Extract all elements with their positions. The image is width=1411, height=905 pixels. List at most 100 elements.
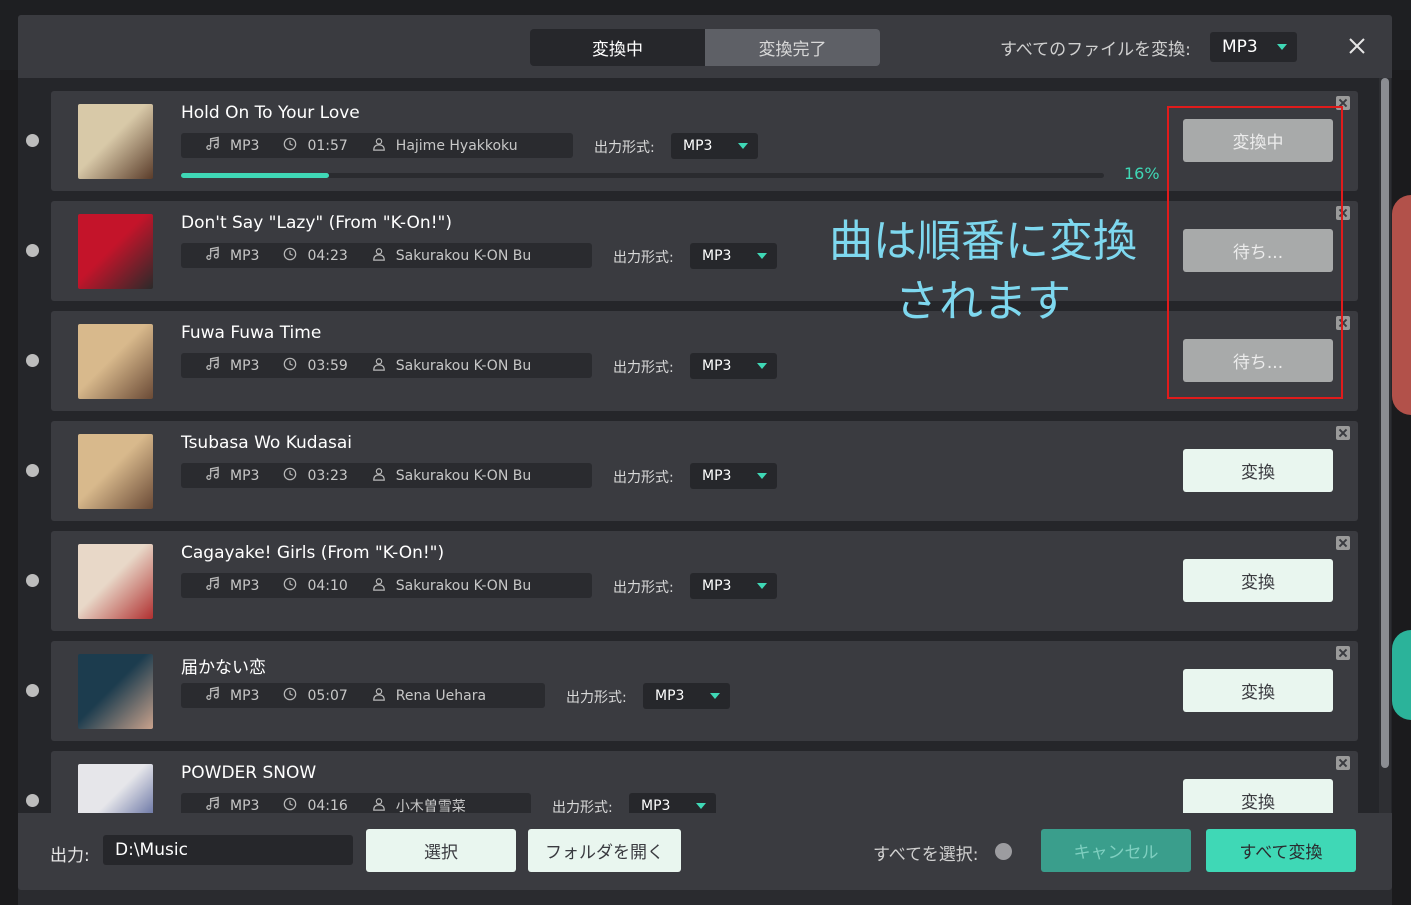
open-folder-button[interactable]: フォルダを開く bbox=[528, 829, 681, 872]
track-meta: MP3 03:59 Sakurakou K-ON Bu bbox=[181, 353, 592, 378]
converter-window: 変換中 変換完了 すべてのファイルを変換: MP3 Hold On To You… bbox=[18, 15, 1392, 890]
track-select-radio[interactable] bbox=[26, 464, 39, 477]
track-row[interactable]: Hold On To Your Love MP3 01:57 Hajime Hyakk… bbox=[26, 91, 1358, 191]
background-decoration bbox=[1392, 630, 1411, 720]
track-row[interactable]: Fuwa Fuwa Time MP3 03:59 Sakurakou K-ON Bu 出… bbox=[26, 311, 1358, 411]
annotation-line: されます bbox=[895, 276, 1071, 327]
clock-icon bbox=[283, 137, 307, 155]
track-select-radio[interactable] bbox=[26, 684, 39, 697]
output-format-select[interactable]: MP3 bbox=[671, 133, 758, 159]
track-meta: MP3 03:23 Sakurakou K-ON Bu bbox=[181, 463, 592, 488]
album-art bbox=[78, 324, 153, 399]
track-title: Fuwa Fuwa Time bbox=[181, 323, 322, 343]
track-title: Cagayake! Girls (From "K-On!") bbox=[181, 543, 445, 563]
album-art bbox=[78, 764, 153, 813]
remove-track-icon[interactable] bbox=[1336, 426, 1350, 440]
track-select-radio[interactable] bbox=[26, 794, 39, 807]
remove-track-icon[interactable] bbox=[1336, 536, 1350, 550]
output-format-label: 出力形式: bbox=[552, 800, 613, 813]
progress-bar bbox=[181, 173, 1104, 178]
annotation-line: 曲は順番に変換 bbox=[829, 216, 1137, 267]
close-icon[interactable] bbox=[1346, 35, 1368, 57]
track-artist: Sakurakou K-ON Bu bbox=[372, 467, 531, 485]
top-bar: 変換中 変換完了 すべてのファイルを変換: MP3 bbox=[18, 15, 1392, 78]
annotation-text: 曲は順番に変換 されます bbox=[808, 212, 1158, 332]
global-format-select[interactable]: MP3 bbox=[1210, 32, 1297, 62]
track-convert-button[interactable]: 変換 bbox=[1183, 449, 1333, 492]
person-icon bbox=[372, 247, 396, 265]
track-select-radio[interactable] bbox=[26, 134, 39, 147]
track-select-radio[interactable] bbox=[26, 244, 39, 257]
track-row[interactable]: Cagayake! Girls (From "K-On!") MP3 04:10 Sa… bbox=[26, 531, 1358, 631]
album-art bbox=[78, 104, 153, 179]
scrollbar-thumb[interactable] bbox=[1381, 78, 1389, 768]
output-format-value: MP3 bbox=[655, 688, 685, 704]
chevron-down-icon bbox=[738, 143, 748, 149]
status-tabs: 変換中 変換完了 bbox=[530, 29, 880, 66]
album-art bbox=[78, 544, 153, 619]
track-meta: MP3 04:23 Sakurakou K-ON Bu bbox=[181, 243, 592, 268]
clock-icon bbox=[283, 247, 307, 265]
track-row[interactable]: Tsubasa Wo Kudasai MP3 03:23 Sakurakou K-ON… bbox=[26, 421, 1358, 521]
track-convert-button[interactable]: 変換 bbox=[1183, 559, 1333, 602]
track-title: POWDER SNOW bbox=[181, 763, 317, 783]
music-note-icon bbox=[205, 466, 230, 485]
background-left bbox=[0, 70, 18, 905]
output-path-field[interactable]: D:\Music bbox=[103, 835, 353, 865]
track-convert-button[interactable]: 変換 bbox=[1183, 669, 1333, 712]
track-row[interactable]: POWDER SNOW MP3 04:16 小木曽雪菜 出力形式: MP3 変換 bbox=[26, 751, 1358, 814]
chevron-down-icon bbox=[757, 363, 767, 369]
track-artist: Sakurakou K-ON Bu bbox=[372, 577, 531, 595]
track-select-radio[interactable] bbox=[26, 354, 39, 367]
chevron-down-icon bbox=[757, 473, 767, 479]
track-duration: 04:23 bbox=[283, 247, 348, 265]
convert-all-files-label: すべてのファイルを変換: bbox=[1000, 40, 1191, 60]
album-art bbox=[78, 654, 153, 729]
track-row[interactable]: Don't Say "Lazy" (From "K-On!") MP3 04:23 S… bbox=[26, 201, 1358, 301]
clock-icon bbox=[283, 797, 307, 814]
track-duration: 03:59 bbox=[283, 357, 348, 375]
album-art bbox=[78, 434, 153, 509]
output-format-select[interactable]: MP3 bbox=[690, 243, 777, 269]
output-format-value: MP3 bbox=[702, 468, 732, 484]
track-artist: Sakurakou K-ON Bu bbox=[372, 247, 531, 265]
tab-completed[interactable]: 変換完了 bbox=[705, 29, 880, 66]
music-note-icon bbox=[205, 246, 230, 265]
track-format: MP3 bbox=[205, 796, 259, 813]
output-format-select[interactable]: MP3 bbox=[643, 683, 730, 709]
track-artist: Sakurakou K-ON Bu bbox=[372, 357, 531, 375]
remove-track-icon[interactable] bbox=[1336, 756, 1350, 770]
select-folder-button[interactable]: 選択 bbox=[366, 829, 516, 872]
output-format-select[interactable]: MP3 bbox=[690, 353, 777, 379]
track-format: MP3 bbox=[205, 246, 259, 265]
select-all-radio[interactable] bbox=[995, 843, 1012, 860]
track-duration: 03:23 bbox=[283, 467, 348, 485]
person-icon bbox=[372, 687, 396, 705]
output-format-select[interactable]: MP3 bbox=[629, 793, 716, 813]
track-convert-button[interactable]: 変換 bbox=[1183, 779, 1333, 813]
output-format-value: MP3 bbox=[683, 138, 713, 154]
person-icon bbox=[372, 797, 396, 814]
album-art bbox=[78, 214, 153, 289]
track-row[interactable]: 届かない恋 MP3 05:07 Rena Uehara 出力形式: MP3 変換 bbox=[26, 641, 1358, 741]
output-format-value: MP3 bbox=[702, 578, 732, 594]
convert-all-button[interactable]: すべて変換 bbox=[1206, 829, 1356, 872]
track-title: Tsubasa Wo Kudasai bbox=[181, 433, 352, 453]
output-format-select[interactable]: MP3 bbox=[690, 463, 777, 489]
track-select-radio[interactable] bbox=[26, 574, 39, 587]
output-format-select[interactable]: MP3 bbox=[690, 573, 777, 599]
tab-converting[interactable]: 変換中 bbox=[530, 29, 705, 66]
track-meta: MP3 05:07 Rena Uehara bbox=[181, 683, 545, 708]
output-format-label: 出力形式: bbox=[594, 140, 655, 156]
track-artist: Rena Uehara bbox=[372, 687, 486, 705]
cancel-button[interactable]: キャンセル bbox=[1041, 829, 1191, 872]
annotation-highlight-box bbox=[1167, 106, 1343, 399]
track-meta: MP3 04:10 Sakurakou K-ON Bu bbox=[181, 573, 592, 598]
music-note-icon bbox=[205, 686, 230, 705]
scrollbar[interactable] bbox=[1379, 78, 1391, 813]
select-all-label: すべてを選択: bbox=[873, 845, 979, 865]
output-format-value: MP3 bbox=[702, 248, 732, 264]
remove-track-icon[interactable] bbox=[1336, 646, 1350, 660]
chevron-down-icon bbox=[1277, 44, 1287, 50]
track-artist: Hajime Hyakkoku bbox=[372, 137, 518, 155]
